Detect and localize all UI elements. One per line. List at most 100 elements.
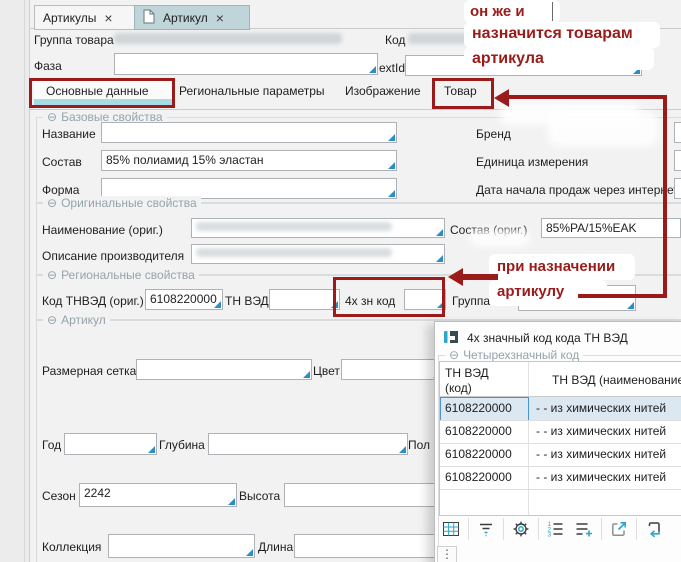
open-external-icon[interactable] <box>608 518 630 540</box>
extid-label: extId <box>379 60 405 76</box>
length-field[interactable] <box>294 534 441 558</box>
collection-field[interactable] <box>108 534 255 558</box>
table-row[interactable]: 6108220000 - - из химических нитей <box>440 443 681 466</box>
toolbar-divider <box>636 518 637 540</box>
eraser-smudge <box>548 112 658 146</box>
color-label: Цвет <box>313 363 340 379</box>
collapse-icon[interactable]: ⊖ <box>47 313 57 327</box>
list-add-icon[interactable] <box>573 518 595 540</box>
row-separator <box>440 489 681 490</box>
orig-name-value-redacted <box>196 222 392 231</box>
gear-icon[interactable] <box>510 518 532 540</box>
length-label: Длина <box>258 539 293 555</box>
app-window: Артикулы × Артикул × Группа товара Код Ф… <box>0 0 681 562</box>
tnved-orig-label: Код ТНВЭД (ориг.) <box>42 293 144 309</box>
tnved-field[interactable] <box>269 289 340 310</box>
subtab-image[interactable]: Изображение <box>345 82 421 100</box>
size-grid-field[interactable] <box>136 359 312 380</box>
annotation-box-product-tab <box>432 78 494 109</box>
row-name: - - из химических нитей <box>536 447 666 461</box>
phase-field[interactable] <box>114 53 378 75</box>
collapse-icon[interactable]: ⊖ <box>449 348 459 362</box>
tnved-orig-field[interactable]: 6108220000 <box>145 289 223 310</box>
app-logo-icon <box>443 329 459 348</box>
col1-header-line1: ТН ВЭД <box>445 366 489 380</box>
row-code: 6108220000 <box>445 447 512 461</box>
depth-label: Глубина <box>159 437 205 453</box>
code4-table: ТН ВЭД (код) ТН ВЭД (наименование) 61082… <box>439 361 681 516</box>
table-row[interactable]: 6108220000 - - из химических нитей <box>440 420 681 443</box>
more-handle[interactable]: ⋮ <box>437 546 457 562</box>
year-field[interactable] <box>64 433 157 455</box>
name-label: Название <box>42 126 96 142</box>
tab-articles-close-icon[interactable]: × <box>104 11 112 25</box>
tab-article-label: Артикул <box>163 11 208 25</box>
product-group-value-redacted <box>114 33 342 44</box>
reload-return-icon[interactable] <box>643 518 665 540</box>
collapse-icon[interactable]: ⊖ <box>47 110 57 124</box>
left-divider <box>24 0 25 562</box>
size-grid-label: Размерная сетка <box>42 363 136 379</box>
brand-label: Бренд <box>476 126 511 142</box>
year-label: Год <box>42 437 61 453</box>
toolbar-divider <box>503 518 504 540</box>
popup-title: 4х значный код кода ТН ВЭД <box>467 331 628 345</box>
annotation-text-mid-1: при назначении <box>497 258 615 275</box>
collapse-icon[interactable]: ⊖ <box>47 268 57 282</box>
group-original-title-text: Оригинальные свойства <box>61 196 197 210</box>
popup-group-title-text: Четырехзначный код <box>463 348 579 362</box>
online-sale-date-label: Дата начала продаж через интернет <box>476 182 679 198</box>
row-name: - - из химических нитей <box>536 401 666 415</box>
season-label: Сезон <box>42 488 76 504</box>
annotation-arrowhead-product <box>494 89 509 107</box>
unit-label: Единица измерения <box>476 154 588 170</box>
row-code: 6108220000 <box>445 401 512 415</box>
product-group-label: Группа товара <box>34 32 114 48</box>
annotation-text-top-3: артикула <box>472 50 544 68</box>
numbered-list-icon[interactable]: 123 <box>545 518 567 540</box>
toolbar-divider <box>538 518 539 540</box>
group-regional-title-text: Региональные свойства <box>61 268 195 282</box>
height-field[interactable] <box>284 483 441 507</box>
col2-header: ТН ВЭД (наименование) <box>552 373 681 387</box>
code-label: Код <box>385 32 405 48</box>
group-regional-title: ⊖ Региональные свойства <box>43 268 199 282</box>
table-grid-icon[interactable] <box>440 518 462 540</box>
tab-articles-label: Артикулы <box>43 11 96 25</box>
text-cursor <box>552 2 553 21</box>
row-code: 6108220000 <box>445 470 512 484</box>
composition-field[interactable]: 85% полиамид 15% эластан <box>101 150 397 171</box>
row-name: - - из химических нитей <box>536 424 666 438</box>
group-original-title: ⊖ Оригинальные свойства <box>43 196 201 210</box>
eraser-smudge <box>470 230 530 246</box>
annotation-box-main-data <box>29 78 175 108</box>
annotation-text-top-2: назначится товарам <box>472 25 633 43</box>
tab-articles[interactable]: Артикулы × <box>34 5 136 30</box>
brand-field[interactable] <box>674 122 681 143</box>
group-article-title-text: Артикул <box>61 313 106 327</box>
tab-article[interactable]: Артикул × <box>134 5 250 30</box>
popup-group-title: ⊖ Четырехзначный код <box>445 348 583 362</box>
depth-field[interactable] <box>208 433 408 455</box>
annotation-text-mid-2: артикулу <box>497 283 564 300</box>
table-row[interactable]: 6108220000 - - из химических нитей <box>440 466 681 489</box>
name-field[interactable] <box>101 122 397 143</box>
filter-icon[interactable] <box>475 518 497 540</box>
tnved-label: ТН ВЭД <box>225 293 269 309</box>
collapse-icon[interactable]: ⊖ <box>47 196 57 210</box>
collection-label: Коллекция <box>42 539 101 555</box>
annotation-line-bottom <box>578 294 667 298</box>
phase-label: Фаза <box>34 58 62 74</box>
online-sale-date-field[interactable] <box>674 178 681 199</box>
toolbar-divider <box>601 518 602 540</box>
table-row-selected[interactable]: 6108220000 - - из химических нитей <box>440 397 681 420</box>
annotation-line-vertical <box>663 95 667 298</box>
season-field[interactable]: 2242 <box>79 483 237 507</box>
col1-header-line2: (код) <box>445 381 472 395</box>
code4-selector-popup: 4х значный код кода ТН ВЭД ⊖ Четырехзначн… <box>434 321 681 562</box>
tab-article-close-icon[interactable]: × <box>216 11 224 25</box>
orig-composition-field[interactable]: 85%PA/15%EAK <box>541 218 681 238</box>
unit-field[interactable] <box>674 150 681 171</box>
color-field[interactable] <box>341 359 442 380</box>
subtab-regional-params[interactable]: Региональные параметры <box>179 82 325 100</box>
